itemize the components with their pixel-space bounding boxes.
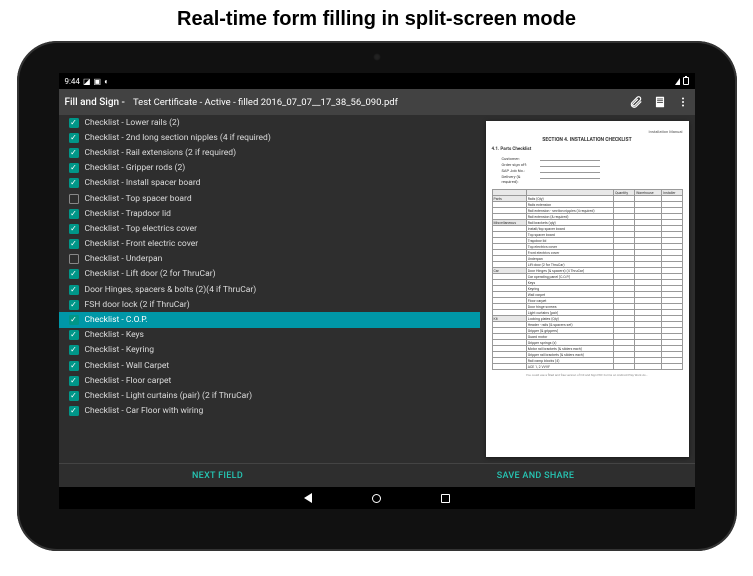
checklist-item[interactable]: Checklist - Install spacer board bbox=[59, 176, 480, 191]
checkbox[interactable] bbox=[69, 376, 79, 386]
checklist-label: Checklist - C.O.P. bbox=[85, 315, 148, 325]
tablet-camera bbox=[373, 53, 381, 61]
save-share-button[interactable]: SAVE AND SHARE bbox=[377, 464, 695, 487]
checkbox[interactable] bbox=[69, 406, 79, 416]
checkbox[interactable] bbox=[69, 285, 79, 295]
checkbox[interactable] bbox=[69, 269, 79, 279]
signal-icon bbox=[675, 78, 680, 85]
checklist-label: Checklist - Wall Carpet bbox=[85, 361, 170, 371]
checklist-label: Door Hinges, spacers & bolts (2)(4 if Th… bbox=[85, 285, 257, 295]
checklist-item[interactable]: Checklist - Lower rails (2) bbox=[59, 115, 480, 130]
checklist-item[interactable]: Checklist - Rail extensions (2 if requir… bbox=[59, 145, 480, 160]
checklist[interactable]: Checklist - Lower rails (2) Checklist - 2… bbox=[59, 115, 480, 463]
status-icon: ◐ bbox=[104, 77, 109, 86]
tablet-frame: 9:44 ◪ ▣ ◐ Fill and Sign - Test Certific… bbox=[17, 41, 737, 551]
checkbox[interactable] bbox=[69, 361, 79, 371]
status-icon: ◪ bbox=[83, 77, 91, 86]
preview-fields: Customer:Order sign off:SAP Job No.:Deli… bbox=[502, 155, 683, 185]
checkbox[interactable] bbox=[69, 254, 79, 264]
nav-recent-button[interactable] bbox=[441, 494, 450, 503]
nav-home-button[interactable] bbox=[372, 494, 381, 503]
battery-icon bbox=[683, 77, 689, 85]
checkbox[interactable] bbox=[69, 163, 79, 173]
checklist-item[interactable]: Checklist - Keys bbox=[59, 328, 480, 343]
checklist-item[interactable]: Checklist - Car Floor with wiring bbox=[59, 404, 480, 419]
preview-section-title: SECTION 4. INSTALLATION CHECKLIST bbox=[492, 137, 683, 143]
checkbox[interactable] bbox=[69, 239, 79, 249]
status-bar: 9:44 ◪ ▣ ◐ bbox=[59, 73, 695, 89]
checklist-item[interactable]: Checklist - Wall Carpet bbox=[59, 358, 480, 373]
page-caption: Real-time form filling in split-screen m… bbox=[0, 0, 753, 35]
checklist-item[interactable]: Checklist - Underpan bbox=[59, 252, 480, 267]
checkbox[interactable] bbox=[69, 300, 79, 310]
bottom-buttons: NEXT FIELD SAVE AND SHARE bbox=[59, 463, 695, 487]
preview-pane: Installation Manual SECTION 4. INSTALLAT… bbox=[480, 115, 695, 463]
status-time: 9:44 bbox=[65, 77, 80, 86]
checklist-label: Checklist - Keys bbox=[85, 330, 144, 340]
main-content: Checklist - Lower rails (2) Checklist - 2… bbox=[59, 115, 695, 463]
document-title: Test Certificate - Active - filled 2016_… bbox=[133, 97, 621, 108]
checklist-label: Checklist - Keyring bbox=[85, 345, 154, 355]
next-field-button[interactable]: NEXT FIELD bbox=[59, 464, 377, 487]
checklist-label: Checklist - Light curtains (pair) (2 if … bbox=[85, 391, 253, 401]
checklist-label: Checklist - Front electric cover bbox=[85, 239, 199, 249]
checklist-item[interactable]: Checklist - 2nd long section nipples (4 … bbox=[59, 130, 480, 145]
checklist-label: Checklist - Top spacer board bbox=[85, 194, 192, 204]
preview-table: QuantityWarehouseInstallerPartsRails (Qt… bbox=[492, 189, 683, 370]
checkbox[interactable] bbox=[69, 315, 79, 325]
checkbox[interactable] bbox=[69, 118, 79, 128]
checkbox[interactable] bbox=[69, 194, 79, 204]
checklist-label: Checklist - Rail extensions (2 if requir… bbox=[85, 148, 237, 158]
checklist-item[interactable]: Checklist - Front electric cover bbox=[59, 237, 480, 252]
checklist-label: Checklist - Underpan bbox=[85, 254, 163, 264]
checklist-label: Checklist - 2nd long section nipples (4 … bbox=[85, 133, 271, 143]
nav-back-button[interactable] bbox=[304, 493, 312, 503]
checkbox[interactable] bbox=[69, 224, 79, 234]
preview-footnote: You could use a filled and free version … bbox=[492, 373, 683, 377]
checklist-item[interactable]: Checklist - Top spacer board bbox=[59, 191, 480, 206]
checklist-item[interactable]: Checklist - Lift door (2 for ThruCar) bbox=[59, 267, 480, 282]
document-preview[interactable]: Installation Manual SECTION 4. INSTALLAT… bbox=[486, 121, 689, 457]
checklist-label: Checklist - Install spacer board bbox=[85, 178, 201, 188]
checklist-label: Checklist - Lower rails (2) bbox=[85, 118, 180, 128]
checklist-item[interactable]: Checklist - Trapdoor lid bbox=[59, 206, 480, 221]
document-icon[interactable] bbox=[653, 95, 667, 109]
checklist-label: Checklist - Floor carpet bbox=[85, 376, 172, 386]
attachment-icon[interactable] bbox=[629, 95, 643, 109]
checkbox[interactable] bbox=[69, 133, 79, 143]
checklist-item[interactable]: Checklist - Light curtains (pair) (2 if … bbox=[59, 388, 480, 403]
checklist-label: Checklist - Lift door (2 for ThruCar) bbox=[85, 269, 216, 279]
checklist-item[interactable]: Checklist - C.O.P. bbox=[59, 312, 480, 327]
form-pane: Checklist - Lower rails (2) Checklist - 2… bbox=[59, 115, 480, 463]
checkbox[interactable] bbox=[69, 178, 79, 188]
checkbox[interactable] bbox=[69, 330, 79, 340]
checkbox[interactable] bbox=[69, 391, 79, 401]
app-name: Fill and Sign - bbox=[65, 97, 125, 108]
checklist-label: Checklist - Gripper rods (2) bbox=[85, 163, 186, 173]
app-bar: Fill and Sign - Test Certificate - Activ… bbox=[59, 89, 695, 115]
checklist-label: FSH door lock (2 if ThruCar) bbox=[85, 300, 190, 310]
status-icon: ▣ bbox=[94, 77, 102, 86]
checklist-item[interactable]: FSH door lock (2 if ThruCar) bbox=[59, 297, 480, 312]
preview-subtitle: 4.1. Parts Checklist bbox=[492, 147, 683, 152]
checklist-item[interactable]: Checklist - Floor carpet bbox=[59, 373, 480, 388]
checkbox[interactable] bbox=[69, 345, 79, 355]
screen: 9:44 ◪ ▣ ◐ Fill and Sign - Test Certific… bbox=[59, 73, 695, 509]
checklist-item[interactable]: Checklist - Top electrics cover bbox=[59, 221, 480, 236]
checklist-item[interactable]: Checklist - Keyring bbox=[59, 343, 480, 358]
checkbox[interactable] bbox=[69, 148, 79, 158]
checkbox[interactable] bbox=[69, 209, 79, 219]
more-icon[interactable] bbox=[677, 95, 689, 109]
checklist-item[interactable]: Door Hinges, spacers & bolts (2)(4 if Th… bbox=[59, 282, 480, 297]
checklist-label: Checklist - Car Floor with wiring bbox=[85, 406, 204, 416]
checklist-label: Checklist - Trapdoor lid bbox=[85, 209, 171, 219]
checklist-item[interactable]: Checklist - Gripper rods (2) bbox=[59, 161, 480, 176]
preview-header: Installation Manual bbox=[492, 129, 683, 134]
checklist-label: Checklist - Top electrics cover bbox=[85, 224, 197, 234]
nav-bar bbox=[59, 487, 695, 509]
